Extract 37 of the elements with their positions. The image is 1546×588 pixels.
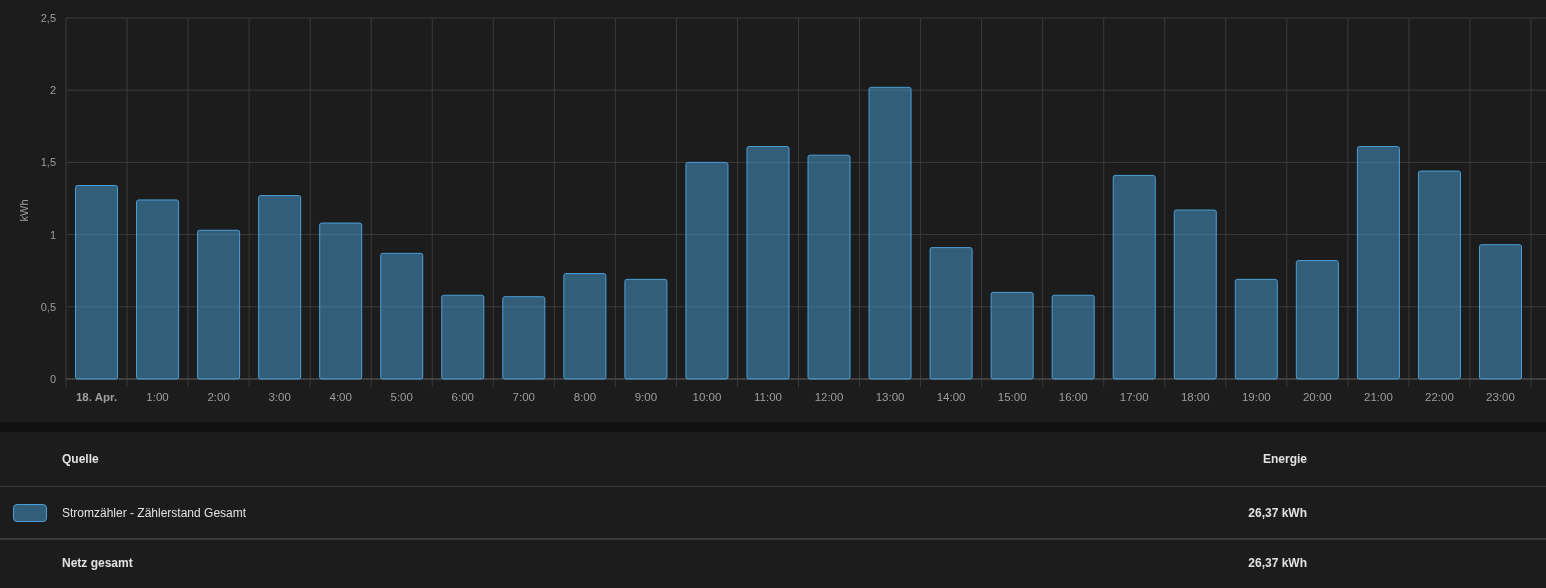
x-tick-label: 12:00 — [814, 391, 844, 403]
y-tick-label: 0,5 — [40, 300, 56, 313]
x-tick-label: 17:00 — [1119, 391, 1149, 403]
x-tick-label: 20:00 — [1302, 391, 1332, 403]
x-tick-label: 23:00 — [1486, 391, 1515, 403]
y-axis-label: kWh — [18, 199, 30, 222]
table-cell-text: 26,37 kWh — [1248, 504, 1307, 522]
y-tick-label: 1 — [49, 228, 56, 241]
table-cell-text: Stromzähler - Zählerstand Gesamt — [62, 504, 248, 522]
x-tick-label: 4:00 — [329, 391, 352, 403]
column-header: Energie — [1263, 451, 1307, 468]
x-tick-label: 2:00 — [207, 391, 230, 403]
x-tick-label: 22:00 — [1425, 391, 1454, 403]
y-tick-label: 2 — [49, 84, 56, 97]
column-header: Quelle — [62, 451, 100, 468]
x-tick-label: 16:00 — [1058, 391, 1088, 403]
y-tick-label: 2,5 — [40, 12, 56, 24]
x-tick-label: 3:00 — [268, 391, 291, 403]
x-tick-label: 7:00 — [512, 391, 535, 403]
y-tick-label: 0 — [49, 373, 56, 385]
x-tick-label: 21:00 — [1364, 391, 1393, 403]
x-tick-label: 14:00 — [936, 391, 966, 403]
x-tick-label: 1:00 — [146, 391, 169, 403]
x-tick-label: 11:00 — [754, 391, 782, 403]
x-tick-label: 5:00 — [390, 391, 413, 403]
x-tick-label: 8:00 — [573, 391, 597, 403]
total-label: Netz gesamt — [62, 555, 134, 572]
x-tick-label: 18:00 — [1180, 391, 1210, 403]
y-tick-label: 1,5 — [40, 156, 56, 169]
x-tick-label: 10:00 — [692, 391, 722, 403]
x-tick-label: 6:00 — [451, 391, 474, 403]
x-tick-label: 9:00 — [634, 391, 658, 403]
x-tick-label: 18. Apr. — [75, 391, 118, 403]
x-tick-label: 15:00 — [997, 391, 1027, 403]
x-tick-label: 19:00 — [1241, 391, 1271, 403]
x-tick-label: 13:00 — [875, 391, 905, 403]
total-value: 26,37 kWh — [1248, 555, 1307, 572]
